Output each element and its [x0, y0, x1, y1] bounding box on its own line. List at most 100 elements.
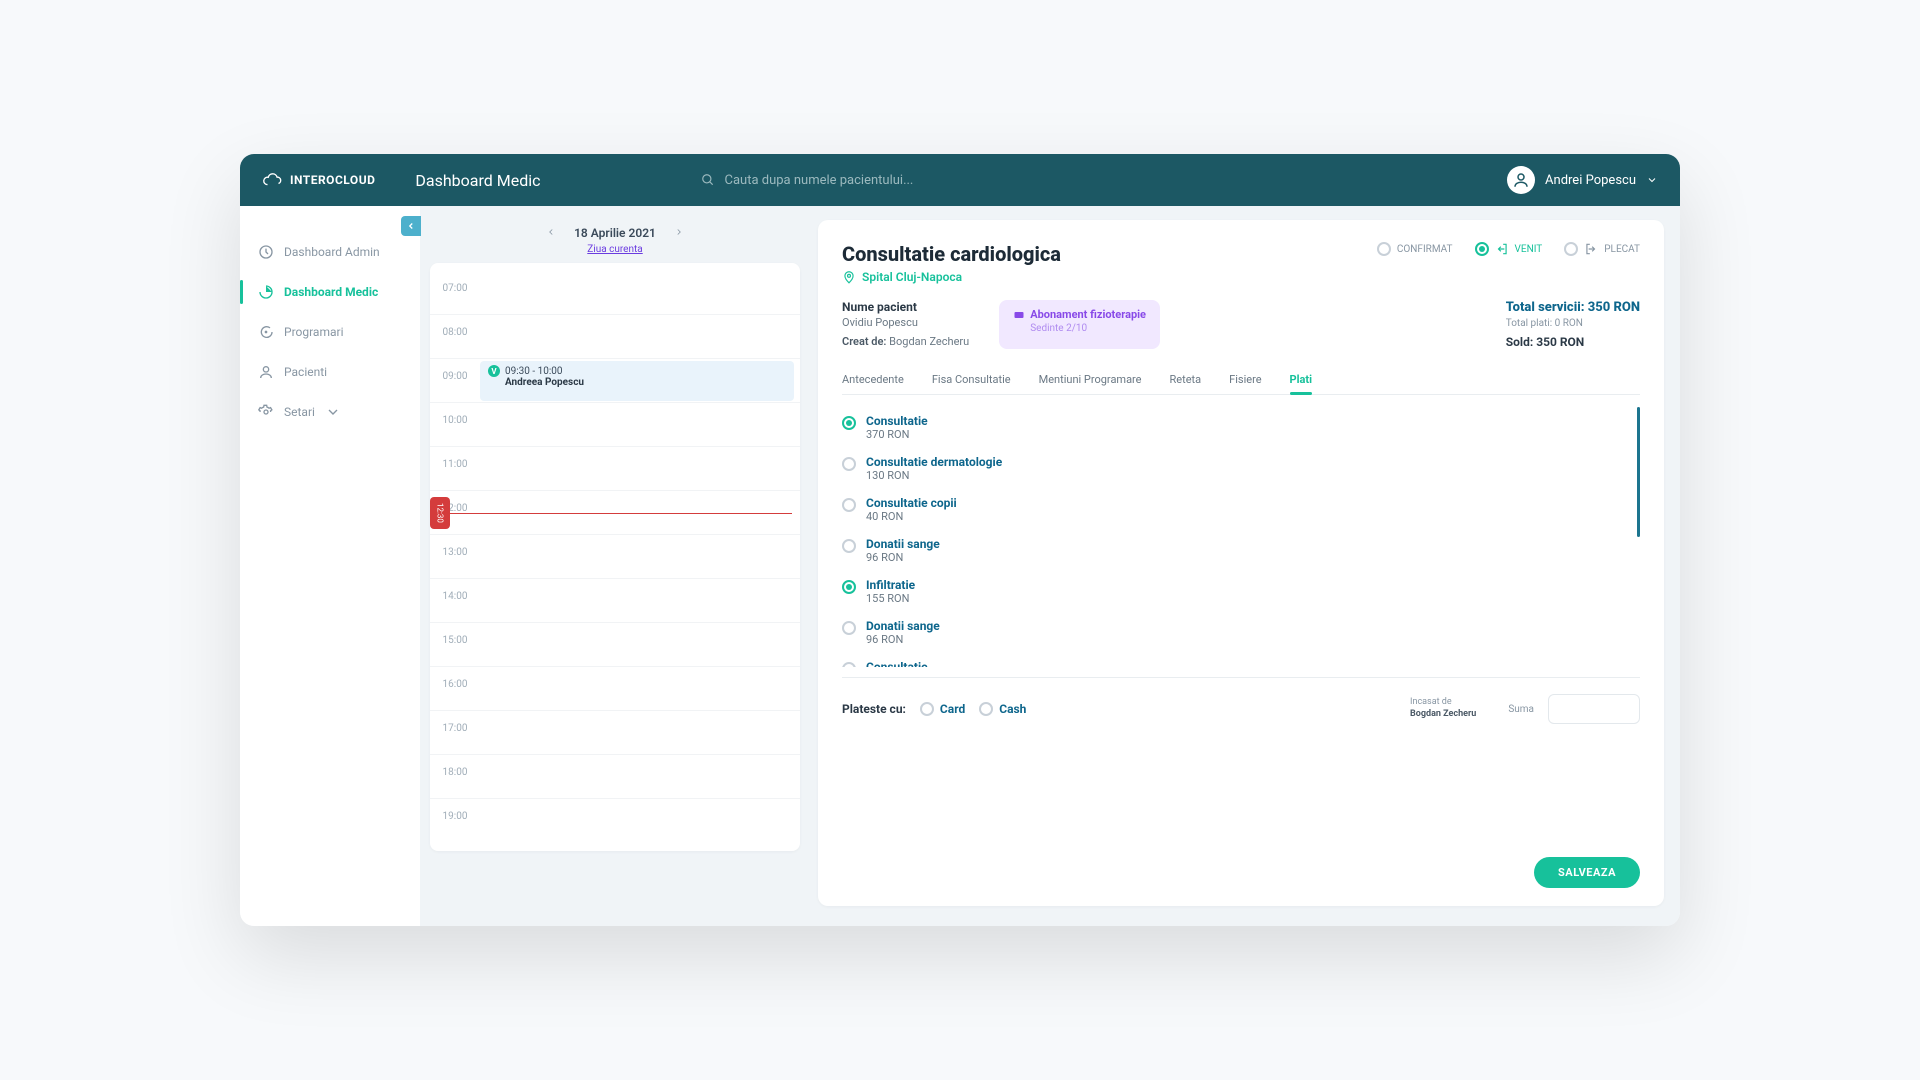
collected-name: Bogdan Zecheru: [1410, 709, 1476, 721]
ticket-icon: [1013, 309, 1025, 321]
search-icon: [701, 173, 715, 187]
radio-icon: [842, 498, 856, 512]
search-input[interactable]: [725, 173, 1081, 188]
sidebar-item-programari[interactable]: Programari: [240, 312, 420, 352]
amount-input[interactable]: [1548, 694, 1640, 724]
login-icon: [1495, 242, 1509, 256]
sidebar-item-dashboard-medic[interactable]: Dashboard Medic: [240, 272, 420, 312]
chat-icon: [258, 324, 274, 340]
location: Spital Cluj-Napoca: [842, 270, 1640, 284]
service-price: 155 RON: [866, 592, 915, 605]
location-name: Spital Cluj-Napoca: [862, 270, 962, 284]
service-item[interactable]: Consultatie370 RON: [842, 653, 1640, 667]
hour-row: 14:00: [430, 579, 800, 623]
calendar-body: 07:00 08:00 09:00 V 09:30 - 10:00 Andree…: [430, 263, 800, 851]
service-item[interactable]: Infiltratie155 RON: [842, 571, 1640, 612]
clock-partial-icon: [258, 284, 274, 300]
patient-block: Nume pacient Ovidiu Popescu Creat de: Bo…: [842, 300, 969, 349]
patient-label: Nume pacient: [842, 300, 969, 314]
detail-panel: Consultatie cardiologica CONFIRMAT VENIT: [818, 220, 1664, 906]
user-menu[interactable]: Andrei Popescu: [1507, 166, 1658, 194]
hour-row: 09:00 V 09:30 - 10:00 Andreea Popescu: [430, 359, 800, 403]
prev-day-button[interactable]: [546, 226, 556, 240]
tab-mentiuni-programare[interactable]: Mentiuni Programare: [1039, 365, 1142, 394]
service-name: Consultatie copii: [866, 496, 957, 510]
hour-row: 12:00 12:30: [430, 491, 800, 535]
service-item[interactable]: Donatii sange96 RON: [842, 612, 1640, 653]
subscription-sessions: Sedinte 2/10: [1030, 323, 1146, 334]
tab-fisiere[interactable]: Fisiere: [1229, 365, 1261, 394]
tab-fisa-consultatie[interactable]: Fisa Consultatie: [932, 365, 1011, 394]
tab-plati[interactable]: Plati: [1290, 365, 1313, 394]
service-name: Donatii sange: [866, 619, 940, 633]
body: Dashboard Admin Dashboard Medic Programa…: [240, 206, 1680, 926]
sidebar: Dashboard Admin Dashboard Medic Programa…: [240, 206, 420, 926]
hour-label: 11:00: [430, 447, 480, 470]
hour-row: 07:00: [430, 271, 800, 315]
chevron-down-icon: [1646, 174, 1658, 186]
service-item[interactable]: Consultatie370 RON: [842, 407, 1640, 448]
search-box[interactable]: [701, 173, 1081, 188]
pay-option-label: Card: [940, 702, 965, 716]
collected-by: Incasat de Bogdan Zecheru: [1410, 697, 1476, 720]
sidebar-item-label: Dashboard Medic: [284, 285, 378, 299]
hour-label: 08:00: [430, 315, 480, 338]
total-sold: Sold: 350 RON: [1506, 335, 1640, 349]
hour-row: 16:00: [430, 667, 800, 711]
pay-option-cash[interactable]: Cash: [979, 702, 1026, 716]
main: 18 Aprilie 2021 Ziua curenta 07:00 08:00…: [420, 206, 1680, 926]
patient-name: Ovidiu Popescu: [842, 316, 969, 329]
hour-label: 10:00: [430, 403, 480, 426]
chevron-right-icon: [674, 227, 684, 237]
service-item[interactable]: Consultatie dermatologie130 RON: [842, 448, 1640, 489]
service-price: 130 RON: [866, 469, 1002, 482]
service-name: Donatii sange: [866, 537, 940, 551]
total-services: Total servicii: 350 RON: [1506, 300, 1640, 315]
today-link[interactable]: Ziua curenta: [430, 244, 800, 255]
next-day-button[interactable]: [674, 226, 684, 240]
status-label: CONFIRMAT: [1397, 244, 1453, 255]
service-item[interactable]: Consultatie copii40 RON: [842, 489, 1640, 530]
appointment-card[interactable]: V 09:30 - 10:00 Andreea Popescu: [480, 361, 794, 401]
hour-row: 10:00: [430, 403, 800, 447]
hour-label: 18:00: [430, 755, 480, 778]
header: INTEROCLOUD Dashboard Medic Andrei Popes…: [240, 154, 1680, 206]
sidebar-item-dashboard-admin[interactable]: Dashboard Admin: [240, 232, 420, 272]
radio-icon: [842, 457, 856, 471]
total-paid: Total plati: 0 RON: [1506, 318, 1640, 329]
radio-icon: [1377, 242, 1391, 256]
tabs: Antecedente Fisa Consultatie Mentiuni Pr…: [842, 365, 1640, 395]
tab-antecedente[interactable]: Antecedente: [842, 365, 904, 394]
sidebar-item-label: Pacienti: [284, 365, 327, 379]
appointment-badge: V: [488, 365, 500, 377]
radio-icon: [842, 580, 856, 594]
hour-row: 15:00: [430, 623, 800, 667]
service-name: Consultatie: [866, 414, 928, 428]
app-window: INTEROCLOUD Dashboard Medic Andrei Popes…: [240, 154, 1680, 926]
calendar-header: 18 Aprilie 2021: [430, 220, 800, 244]
status-venit[interactable]: VENIT: [1475, 242, 1543, 256]
sidebar-item-setari[interactable]: Setari: [240, 392, 420, 432]
save-button[interactable]: SALVEAZA: [1534, 857, 1640, 888]
payment-label: Plateste cu:: [842, 702, 906, 716]
sidebar-item-label: Setari: [284, 405, 315, 419]
page-title: Dashboard Medic: [415, 171, 540, 190]
tab-reteta[interactable]: Reteta: [1170, 365, 1202, 394]
calendar-column: 18 Aprilie 2021 Ziua curenta 07:00 08:00…: [430, 220, 800, 906]
dashboard-icon: [258, 244, 274, 260]
hour-label: 16:00: [430, 667, 480, 690]
sidebar-item-pacienti[interactable]: Pacienti: [240, 352, 420, 392]
service-item[interactable]: Donatii sange96 RON: [842, 530, 1640, 571]
service-name: Infiltratie: [866, 578, 915, 592]
status-confirmat[interactable]: CONFIRMAT: [1377, 242, 1453, 256]
hour-row: 18:00: [430, 755, 800, 799]
pay-option-card[interactable]: Card: [920, 702, 965, 716]
service-price: 40 RON: [866, 510, 957, 523]
detail-footer: SALVEAZA: [842, 843, 1640, 888]
hour-label: 13:00: [430, 535, 480, 558]
hour-label: 07:00: [430, 271, 480, 294]
service-name: Consultatie dermatologie: [866, 455, 1002, 469]
radio-icon: [842, 539, 856, 553]
status-plecat[interactable]: PLECAT: [1564, 242, 1640, 256]
scrollbar-thumb[interactable]: [1637, 407, 1640, 537]
